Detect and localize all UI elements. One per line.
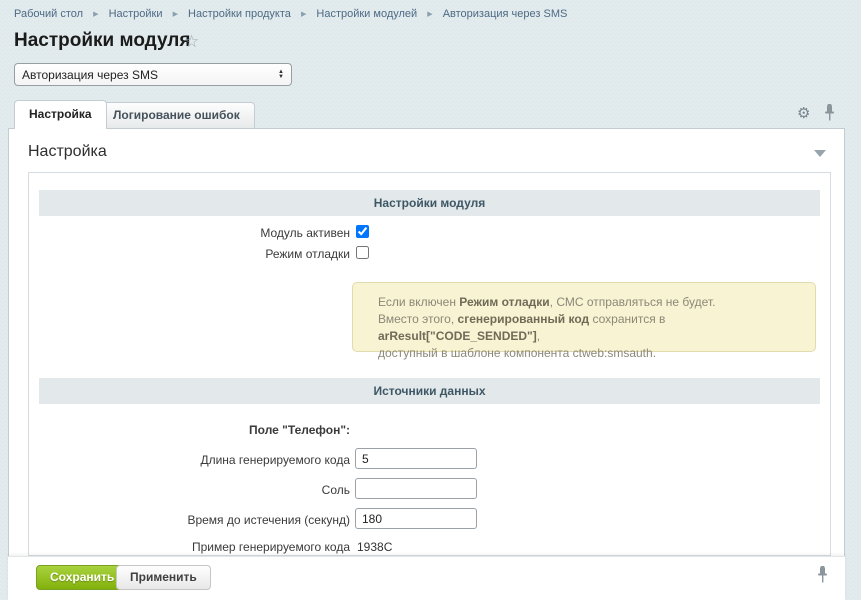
panel-title: Настройка (28, 143, 107, 161)
example-code-label: Пример генерируемого кода (0, 540, 350, 554)
expire-time-label: Время до истечения (секунд) (0, 513, 350, 527)
apply-button[interactable]: Применить (116, 565, 211, 590)
module-select-wrap: Авторизация через SMS ▲▼ (14, 63, 292, 86)
expire-time-input[interactable] (355, 508, 477, 529)
page-title: Настройки модуля (14, 30, 190, 52)
breadcrumb-separator-icon: ▶ (173, 11, 178, 18)
breadcrumb-item-settings[interactable]: Настройки (109, 8, 163, 20)
pin-icon[interactable] (824, 104, 835, 127)
code-length-input[interactable] (355, 448, 477, 469)
breadcrumb-item-module-settings[interactable]: Настройки модулей (316, 8, 417, 20)
breadcrumb-item-desktop[interactable]: Рабочий стол (14, 8, 83, 20)
favorite-star-icon[interactable]: ☆ (184, 32, 199, 52)
section-data-sources: Источники данных (39, 378, 820, 404)
collapse-panel-icon[interactable] (814, 150, 826, 157)
breadcrumb: Рабочий стол ▶ Настройки ▶ Настройки про… (14, 8, 567, 20)
debug-mode-label: Режим отладки (0, 247, 350, 261)
breadcrumb-separator-icon: ▶ (427, 11, 432, 18)
salt-label: Соль (0, 483, 350, 497)
gear-icon[interactable]: ⚙ (797, 104, 810, 122)
tab-error-logging[interactable]: Логирование ошибок (98, 102, 255, 128)
breadcrumb-separator-icon: ▶ (301, 11, 306, 18)
breadcrumb-item-product-settings[interactable]: Настройки продукта (188, 8, 291, 20)
breadcrumb-item-sms-auth[interactable]: Авторизация через SMS (443, 8, 568, 20)
salt-input[interactable] (355, 478, 477, 499)
pin-icon[interactable] (817, 566, 828, 589)
module-active-checkbox[interactable] (356, 225, 369, 238)
phone-field-label: Поле "Телефон": (0, 423, 350, 437)
tab-settings[interactable]: Настройка (14, 100, 107, 129)
section-module-settings: Настройки модуля (39, 190, 820, 216)
breadcrumb-separator-icon: ▶ (93, 11, 98, 18)
code-length-label: Длина генерируемого кода (0, 453, 350, 467)
example-code-value: 1938C (357, 540, 392, 554)
module-active-label: Модуль активен (0, 226, 350, 240)
debug-mode-checkbox[interactable] (356, 246, 369, 259)
debug-note: Если включен Режим отладки, СМС отправля… (352, 282, 816, 352)
save-button[interactable]: Сохранить (36, 565, 128, 590)
module-select[interactable]: Авторизация через SMS (15, 64, 291, 85)
